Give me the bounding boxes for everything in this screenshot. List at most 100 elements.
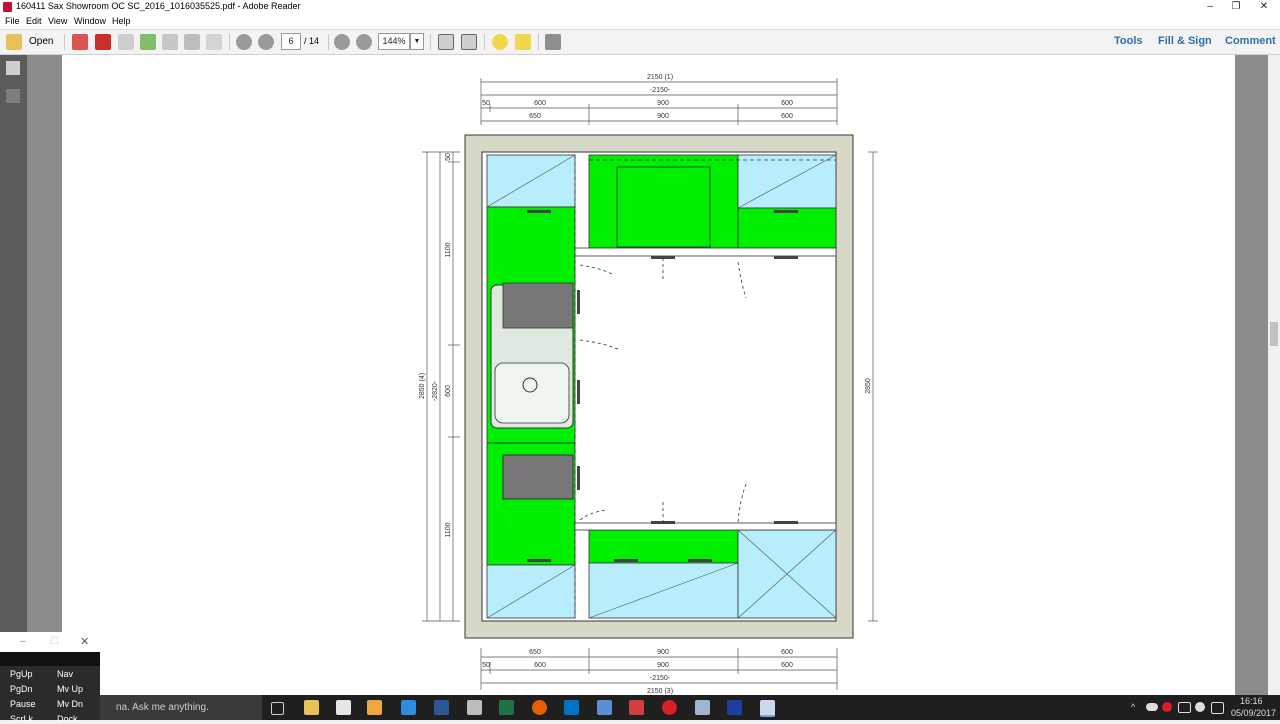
- store-icon[interactable]: [336, 700, 351, 715]
- zoom-out-icon[interactable]: [334, 34, 350, 50]
- menu-bar: File Edit View Window Help: [0, 14, 1280, 30]
- key-pgup[interactable]: PgUp: [10, 669, 33, 679]
- sink-drainer: [502, 282, 574, 329]
- open-button[interactable]: Open: [29, 36, 53, 47]
- dim-left-mid: 600: [445, 385, 452, 397]
- dim-top-total-label: 2150 (1): [647, 74, 673, 81]
- menu-file[interactable]: File: [5, 16, 20, 26]
- dropbox-icon[interactable]: [401, 700, 416, 715]
- maximize-button[interactable]: ❐: [1222, 0, 1250, 14]
- mcafee-icon[interactable]: [662, 700, 677, 715]
- fill-sign-link[interactable]: Fill & Sign: [1158, 35, 1212, 47]
- save-icon[interactable]: [162, 34, 178, 50]
- fit-page-icon[interactable]: [438, 34, 454, 50]
- menu-view[interactable]: View: [48, 16, 67, 26]
- key-mv-dn[interactable]: Mv Dn: [57, 699, 83, 709]
- calculator-icon[interactable]: [467, 700, 482, 715]
- key-scrlk[interactable]: ScrLk: [10, 714, 33, 724]
- taskbar-search[interactable]: na. Ask me anything.: [98, 695, 262, 720]
- edit-pdf-icon[interactable]: [118, 34, 134, 50]
- key-nav[interactable]: Nav: [57, 669, 73, 679]
- create-pdf-icon[interactable]: [72, 34, 88, 50]
- keyboard-maximize-icon[interactable]: ☐: [50, 636, 59, 647]
- minimize-button[interactable]: –: [1196, 0, 1224, 14]
- key-pause[interactable]: Pause: [10, 699, 36, 709]
- email-icon[interactable]: [206, 34, 222, 50]
- dim-bottom-row2-c: 900: [657, 662, 669, 669]
- comment-bubble-icon[interactable]: [492, 34, 508, 50]
- zoom-level-input[interactable]: 144%: [378, 33, 410, 50]
- next-page-icon[interactable]: [258, 34, 274, 50]
- fit-width-icon[interactable]: [461, 34, 477, 50]
- key-pgdn[interactable]: PgDn: [10, 684, 33, 694]
- word-icon[interactable]: [434, 700, 449, 715]
- mcafee-tray-icon[interactable]: [1162, 702, 1172, 712]
- clock-time[interactable]: 16:16: [1240, 696, 1263, 706]
- pdf-tool-icon[interactable]: [629, 700, 644, 715]
- pages-icon[interactable]: [6, 61, 20, 75]
- toolbar-separator: [229, 34, 230, 50]
- tray-chevron-up-icon[interactable]: ^: [1131, 702, 1135, 712]
- close-button[interactable]: ✕: [1250, 0, 1278, 14]
- menu-edit[interactable]: Edit: [26, 16, 42, 26]
- network-app-icon[interactable]: [695, 700, 710, 715]
- combine-files-icon[interactable]: [95, 34, 111, 50]
- menu-window[interactable]: Window: [74, 16, 106, 26]
- cloud-upload-icon[interactable]: [140, 34, 156, 50]
- highlight-icon[interactable]: [515, 34, 531, 50]
- dim-bottom-total-label: 2150 (3): [647, 688, 673, 695]
- dim-top-row1-c: 900: [657, 100, 669, 107]
- excel-icon[interactable]: [499, 700, 514, 715]
- tools-link[interactable]: Tools: [1114, 35, 1143, 47]
- kitchen-floor-plan: 2150 (1) -2150- 50 600 900 600 650 900 6…: [419, 74, 878, 695]
- toolbar-separator: [430, 34, 431, 50]
- dim-left-total2: -2820-: [432, 380, 439, 401]
- top-worktop-edge: [563, 247, 837, 257]
- task-view-icon[interactable]: [271, 702, 284, 715]
- hob: [502, 454, 574, 500]
- notifications-icon[interactable]: [1211, 702, 1224, 714]
- page-total: / 14: [304, 36, 320, 46]
- outlook-icon[interactable]: [564, 700, 579, 715]
- scrollbar-thumb[interactable]: [1270, 322, 1278, 346]
- media-player-icon[interactable]: [367, 700, 382, 715]
- zoom-dropdown-chevron-down-icon[interactable]: ▼: [410, 33, 424, 50]
- dim-top-row1-d: 600: [781, 100, 793, 107]
- dim-top-row2-a: 650: [529, 113, 541, 120]
- clock-date[interactable]: 05/09/2017: [1231, 708, 1276, 718]
- keyboard-minimize-icon[interactable]: –: [20, 636, 26, 647]
- firefox-icon[interactable]: [532, 700, 547, 715]
- network-icon[interactable]: [1178, 702, 1191, 713]
- keyboard-close-icon[interactable]: ✕: [80, 635, 89, 648]
- file-explorer-icon[interactable]: [304, 700, 319, 715]
- attachment-icon[interactable]: [6, 89, 20, 103]
- key-mv-up[interactable]: Mv Up: [57, 684, 83, 694]
- pdf-page: 2150 (1) -2150- 50 600 900 600 650 900 6…: [62, 55, 1235, 695]
- dim-top-total-inner: -2150-: [650, 87, 671, 94]
- title-bar: 160411 Sax Showroom OC SC_2016_101603552…: [0, 0, 1280, 14]
- comment-link[interactable]: Comment: [1225, 35, 1276, 47]
- zoom-in-icon[interactable]: [356, 34, 372, 50]
- photos-icon[interactable]: [597, 700, 612, 715]
- key-dock[interactable]: Dock: [57, 714, 78, 724]
- print-icon[interactable]: [184, 34, 200, 50]
- taskbar: na. Ask me anything. ^ 16:16 05/09/2017: [0, 695, 1280, 720]
- open-folder-icon[interactable]: [6, 34, 22, 50]
- onedrive-icon[interactable]: [1146, 703, 1158, 711]
- previous-page-icon[interactable]: [236, 34, 252, 50]
- m-app-icon[interactable]: [727, 700, 742, 715]
- bottom-green-unit: [588, 529, 739, 564]
- dim-top-row2-c: 600: [781, 113, 793, 120]
- page-number-input[interactable]: 6: [281, 33, 301, 50]
- volume-icon[interactable]: [1195, 702, 1205, 712]
- navigation-pane: [0, 55, 27, 695]
- dim-left-lower: 1100: [445, 522, 452, 537]
- vertical-scrollbar[interactable]: [1268, 55, 1280, 695]
- search-placeholder: na. Ask me anything.: [116, 702, 209, 713]
- dim-bottom-row2-a: 50: [482, 662, 490, 669]
- dim-bottom-total-inner: -2150-: [650, 675, 671, 682]
- adobe-reader-taskbar-icon[interactable]: [760, 700, 775, 717]
- sink-bowl: [494, 362, 570, 424]
- expand-icon[interactable]: [545, 34, 561, 50]
- menu-help[interactable]: Help: [112, 16, 131, 26]
